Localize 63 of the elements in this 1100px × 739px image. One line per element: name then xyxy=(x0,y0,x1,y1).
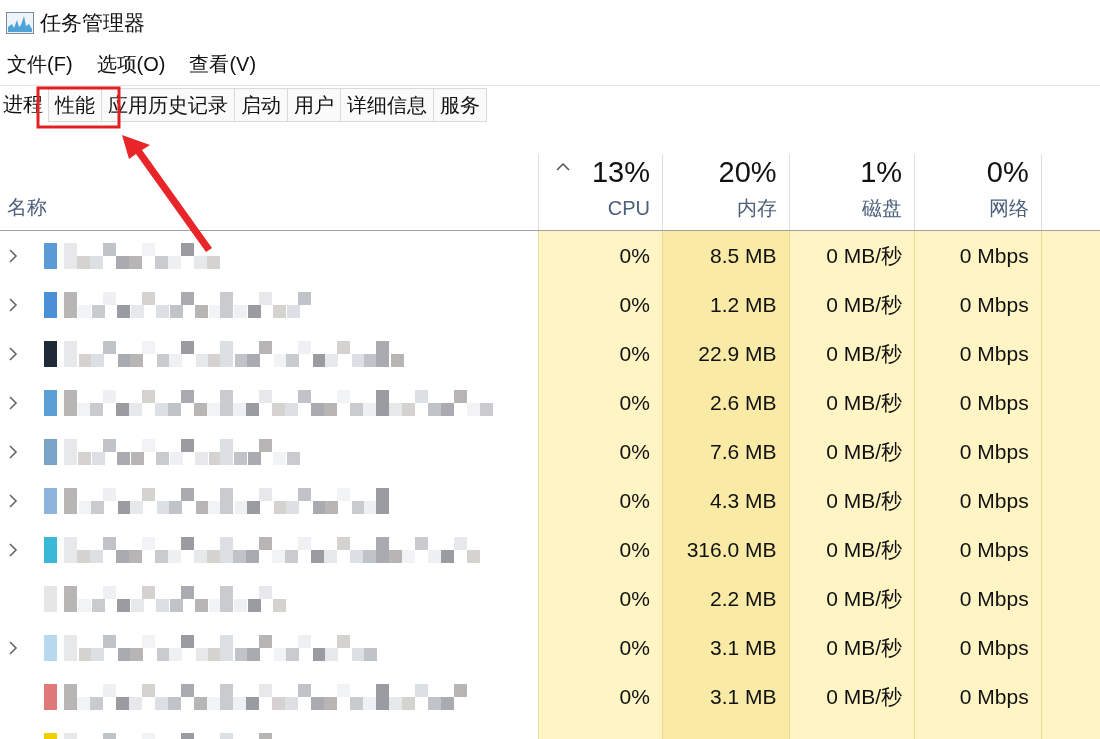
tab[interactable]: 详细信息 xyxy=(340,88,434,122)
tab[interactable]: 性能 xyxy=(48,88,102,122)
column-header[interactable]: 20% 内存 xyxy=(662,154,789,230)
table-cell: 0 MB/秒 xyxy=(788,280,915,329)
expand-chevron-icon[interactable] xyxy=(8,541,18,558)
table-cell: 0% xyxy=(538,525,662,574)
table-cell: 0 MB/秒 xyxy=(788,574,915,623)
expand-chevron-icon[interactable] xyxy=(8,443,18,460)
table-cell: 0 Mbps xyxy=(914,525,1041,574)
table-cell: 0 Mbps xyxy=(914,672,1041,721)
table-cell: 0 Mbps xyxy=(914,329,1041,378)
column-header[interactable]: 13% CPU xyxy=(538,154,662,230)
expand-chevron-icon[interactable] xyxy=(8,639,18,656)
table-cell: 0 MB/秒 xyxy=(788,378,915,427)
table-cell: 0 MB/秒 xyxy=(788,623,915,672)
table-cell: 0% xyxy=(538,280,662,329)
table-cell: 2.6 MB xyxy=(661,378,789,427)
table-cell: 0 MB/秒 xyxy=(788,672,915,721)
table-cell: 8.5 MB xyxy=(661,231,789,280)
table-cell: 1.2 MB xyxy=(661,280,789,329)
column-header[interactable]: 0% 网络 xyxy=(914,154,1041,230)
table-cell: 316.0 MB xyxy=(661,525,789,574)
table-cell: 0 MB/秒 xyxy=(788,329,915,378)
table-cell: 0% xyxy=(538,574,662,623)
table-cell: 0 MB/秒 xyxy=(788,525,915,574)
expand-chevron-icon[interactable] xyxy=(8,492,18,509)
table-cell: 3.1 MB xyxy=(661,672,789,721)
table-cell: 0% xyxy=(538,672,662,721)
table-cell: 0% xyxy=(538,623,662,672)
menu-item[interactable]: 文件(F) xyxy=(7,49,73,79)
expand-chevron-icon[interactable] xyxy=(8,345,18,362)
table-cell: 0 Mbps xyxy=(914,280,1041,329)
expand-chevron-icon[interactable] xyxy=(8,394,18,411)
table-cell: 7.6 MB xyxy=(661,427,789,476)
table-cell: 0 MB/秒 xyxy=(788,476,915,525)
table-cell: 3.1 MB xyxy=(661,623,789,672)
column-header[interactable]: 名称 xyxy=(7,192,47,222)
table-cell: 22.9 MB xyxy=(661,329,789,378)
table-cell: 0% xyxy=(538,476,662,525)
menu-item[interactable]: 查看(V) xyxy=(189,49,257,79)
table-cell: 0 Mbps xyxy=(914,623,1041,672)
table-cell: 0% xyxy=(538,378,662,427)
window-title: 任务管理器 xyxy=(40,10,145,37)
table-cell: 0 MB/秒 xyxy=(788,427,915,476)
table-cell: 0% xyxy=(538,231,662,280)
table-cell: 0 MB/秒 xyxy=(788,231,915,280)
expand-chevron-icon[interactable] xyxy=(8,247,18,264)
expand-chevron-icon[interactable] xyxy=(8,296,18,313)
table-cell: 0% xyxy=(538,427,662,476)
column-header[interactable]: 1% 磁盘 xyxy=(788,154,915,230)
table-cell: 0% xyxy=(538,329,662,378)
table-cell: 4.3 MB xyxy=(661,476,789,525)
table-cell: 0 Mbps xyxy=(914,231,1041,280)
tab[interactable]: 启动 xyxy=(234,88,288,122)
table-cell: 0 Mbps xyxy=(914,378,1041,427)
table-cell: 0 Mbps xyxy=(914,427,1041,476)
tab[interactable]: 服务 xyxy=(433,88,487,122)
app-icon xyxy=(6,12,34,34)
menu-item[interactable]: 选项(O) xyxy=(96,49,166,79)
table-cell: 2.2 MB xyxy=(661,574,789,623)
table-cell: 0 Mbps xyxy=(914,574,1041,623)
table-cell: 0 Mbps xyxy=(914,476,1041,525)
tab[interactable]: 用户 xyxy=(287,88,341,122)
